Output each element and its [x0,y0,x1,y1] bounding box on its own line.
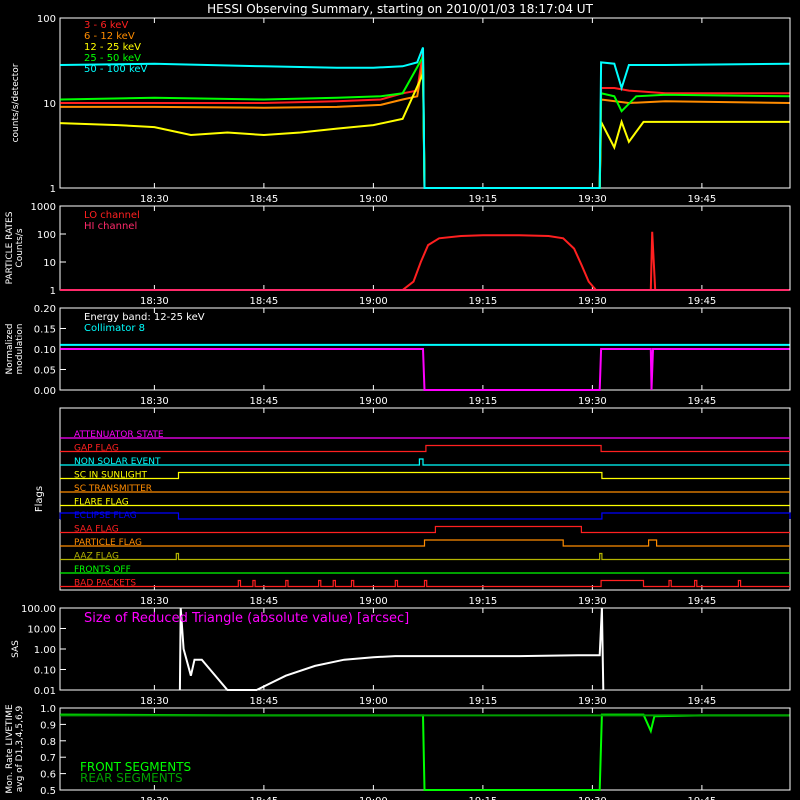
particle-rates-ylabel: PARTICLE RATES [5,211,15,284]
livetime-ytick-label: 1.0 [40,704,56,715]
flags-xtick-label: 18:30 [140,596,169,607]
livetime-ytick-label: 0.8 [40,737,56,748]
sas-xtick-label: 18:30 [140,696,169,707]
flags-frame [59,407,791,591]
flags-ylabel: Flags [34,486,45,512]
livetime-ytick-label: 0.7 [40,753,56,764]
livetime-xtick-label: 18:30 [140,796,169,800]
modulation-xtick-label: 18:30 [140,396,169,407]
sas-xtick-label: 19:15 [468,696,497,707]
particle-rates-xtick-label: 19:15 [468,296,497,307]
flags-xtick-label: 19:30 [578,596,607,607]
count-rates-legend: 50 - 100 keV [84,64,148,75]
particle-rates-xtick-label: 19:30 [578,296,607,307]
count-rates-xtick-label: 18:30 [140,194,169,205]
flag-trace [60,539,790,547]
sas-xtick-label: 19:00 [359,696,388,707]
count-rates-legend: 3 - 6 keV [84,20,128,31]
flag-trace [60,444,790,453]
sas-ytick-label: 0.01 [34,686,56,697]
flag-trace [60,552,790,561]
particle-rates-ylabel2: Counts/s [15,228,25,267]
particle-rates-frame [59,205,791,291]
modulation-ytick-label: 0.10 [34,345,56,356]
flag-trace [60,471,790,480]
count-rates-legend: 6 - 12 keV [84,31,135,42]
sas-annotation: Size of Reduced Triangle (absolute value… [84,611,409,626]
particle-rates-ytick-label: 10 [43,258,56,269]
flags-xtick-label: 18:45 [249,596,278,607]
particle-rates-xtick-label: 18:30 [140,296,169,307]
flag-trace [60,458,790,466]
livetime-xtick-label: 18:45 [249,796,278,800]
livetime-ytick-label: 0.9 [40,720,56,731]
modulation-xtick-label: 19:45 [687,396,716,407]
sas-xtick-label: 18:45 [249,696,278,707]
particle-rates-legend: HI channel [84,221,137,232]
flag-trace [59,512,791,520]
hessi-summary-figure: HESSI Observing Summary, starting on 201… [5,2,791,800]
figure-title: HESSI Observing Summary, starting on 201… [207,2,593,16]
count-rates-xtick-label: 19:00 [359,194,388,205]
flags-xtick-label: 19:00 [359,596,388,607]
count-rates-ytick-label: 1 [50,184,56,195]
particle-rates-xtick-label: 19:45 [687,296,716,307]
count-rates-ytick-label: 100 [37,14,56,25]
count-rates-series-4 [60,47,790,189]
count-rates-xtick-label: 19:30 [578,194,607,205]
flag-trace [60,525,790,534]
particle-rates-xtick-label: 19:00 [359,296,388,307]
sas-ytick-label: 100.00 [21,604,56,615]
count-rates-legend: 25 - 50 keV [84,53,141,64]
livetime-ytick-label: 0.5 [40,786,56,797]
sas-ytick-label: 10.00 [27,625,56,636]
modulation-xtick-label: 18:45 [249,396,278,407]
modulation-ylabel2: modulation [15,324,25,375]
modulation-xtick-label: 19:30 [578,396,607,407]
flags-xtick-label: 19:45 [687,596,716,607]
livetime-legend: REAR SEGMENTS [80,771,183,785]
flags-xtick-label: 19:15 [468,596,497,607]
sas-xtick-label: 19:45 [687,696,716,707]
count-rates-legend: 12 - 25 keV [84,42,141,53]
modulation-ytick-label: 0.15 [34,325,56,336]
livetime-xtick-label: 19:00 [359,796,388,800]
count-rates-xtick-label: 18:45 [249,194,278,205]
particle-rates-series-0 [60,231,790,291]
modulation-legend: Collimator 8 [84,323,145,334]
modulation-series-1 [60,348,790,391]
sas-ylabel: SAS [11,640,21,658]
modulation-ylabel: Normalized [5,323,15,374]
modulation-ytick-label: 0.20 [34,304,56,315]
sas-ytick-label: 0.10 [34,666,56,677]
livetime-ylabel2: avg of D1,3,4,5,6,9 [15,705,25,792]
count-rates-ylabel: counts/s/detector [11,63,21,142]
sas-xtick-label: 19:30 [578,696,607,707]
livetime-xtick-label: 19:15 [468,796,497,800]
particle-rates-ytick-label: 1000 [31,202,56,213]
modulation-xtick-label: 19:15 [468,396,497,407]
livetime-xtick-label: 19:45 [687,796,716,800]
particle-rates-legend: LO channel [84,210,140,221]
livetime-ytick-label: 0.6 [40,770,56,781]
count-rates-xtick-label: 19:15 [468,194,497,205]
count-rates-xtick-label: 19:45 [687,194,716,205]
particle-rates-ytick-label: 100 [37,230,56,241]
modulation-xtick-label: 19:00 [359,396,388,407]
modulation-ytick-label: 0.05 [34,366,56,377]
livetime-ylabel: Mon. Rate LIVETIME [5,704,15,794]
particle-rates-ytick-label: 1 [50,286,56,297]
flag-trace [60,579,790,588]
count-rates-ytick-label: 10 [43,99,56,110]
particle-rates-xtick-label: 18:45 [249,296,278,307]
livetime-xtick-label: 19:30 [578,796,607,800]
modulation-ytick-label: 0.00 [34,386,56,397]
sas-ytick-label: 1.00 [34,645,56,656]
modulation-annotation: Energy band: 12-25 keV [84,312,205,323]
